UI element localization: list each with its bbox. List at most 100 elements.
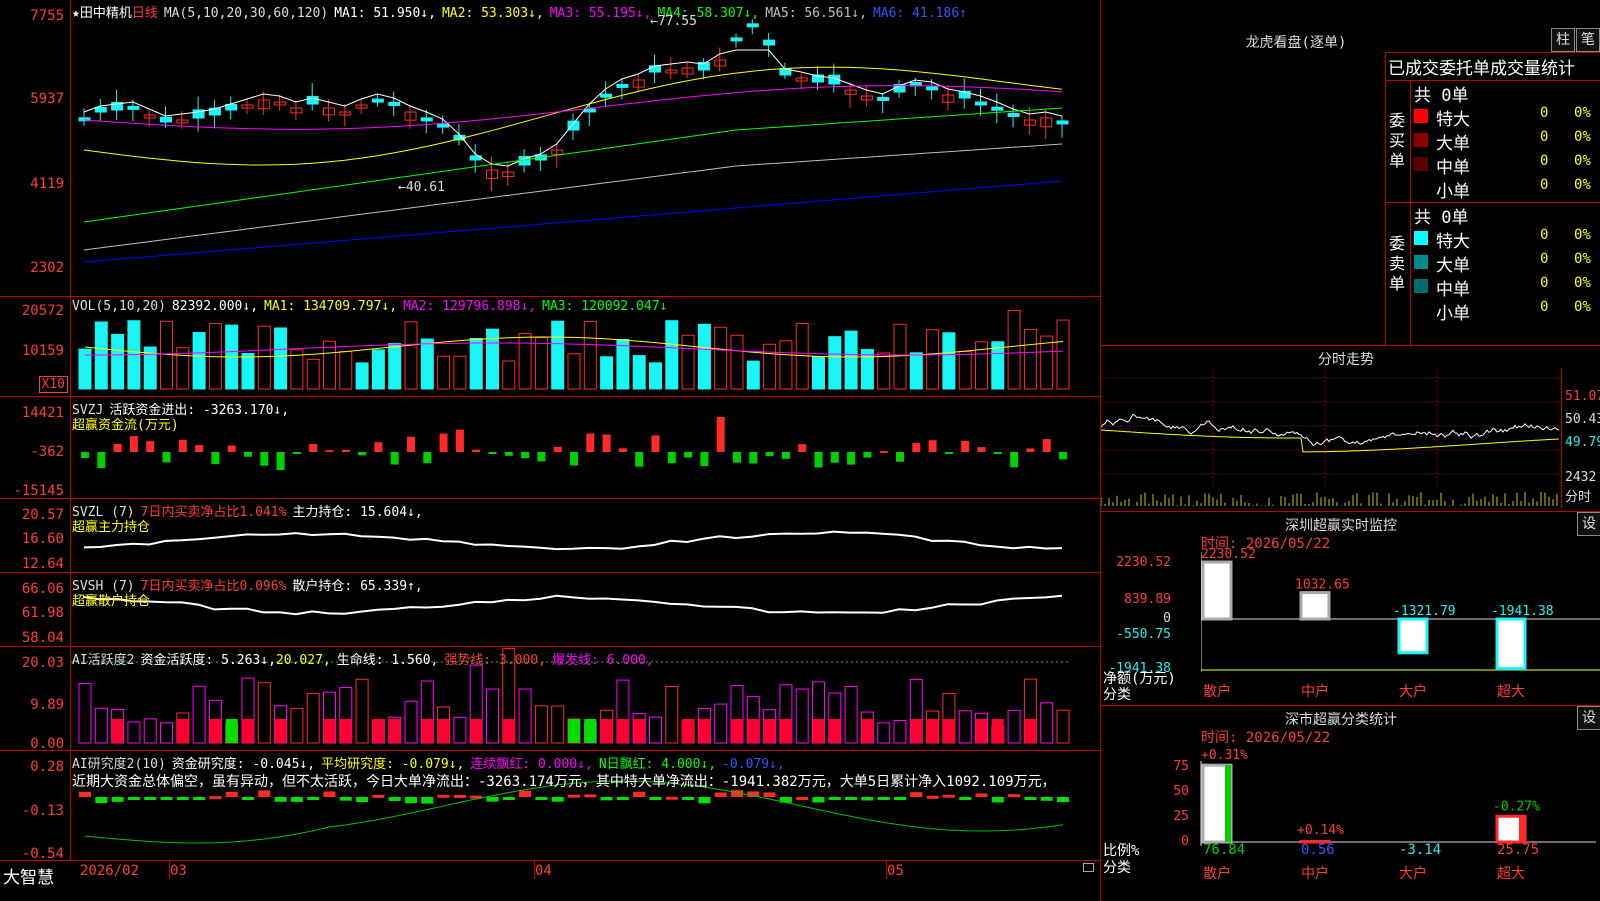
flow-bar: [390, 452, 399, 465]
ai-research-panel[interactable]: 0.28 -0.13 -0.54 AI研究度2(10) 资金研究度: -0.045…: [0, 750, 1100, 861]
candle-body: [371, 98, 384, 103]
activity-fill: [812, 719, 825, 743]
price-y-axis: 7755 5937 4119 2302: [0, 0, 71, 296]
y-label: 20.03: [21, 655, 64, 671]
lhb-panel[interactable]: 龙虎看盘(逐单) 柱 笔 已成交委托单成交量统计 委买单 委卖单 共 0单 共 …: [1100, 0, 1600, 346]
svzj-y-axis: 14421 -362 -15145: [0, 397, 71, 499]
volume-bar: [257, 325, 271, 390]
activity-fill: [470, 719, 483, 743]
research-bar: [193, 797, 206, 800]
activity-fill: [225, 719, 238, 743]
svzl-panel[interactable]: 20.57 16.60 12.64 SVZL (7) 7日内买卖净占比1.041%…: [0, 498, 1100, 573]
research-bar: [1008, 794, 1021, 798]
activity-bar: [486, 688, 499, 744]
svzl-ratio: 7日内买卖净占比1.041%: [140, 505, 287, 520]
vol-info-line: VOL(5,10,20) 82392.000↓, MA1: 134709.797↓,…: [72, 299, 673, 314]
svzj-panel[interactable]: 14421 -362 -15145 SVZJ 活跃资金进出: -3263.170↓…: [0, 396, 1100, 499]
research-bar: [307, 797, 320, 800]
activity-fill: [176, 719, 189, 743]
activity-fill: [323, 719, 336, 743]
research-bar: [616, 797, 629, 800]
flow-bar: [537, 452, 546, 462]
category-label: 中户: [1301, 683, 1329, 700]
intraday-chart[interactable]: [1101, 368, 1561, 508]
position-line: [83, 594, 1063, 616]
volume-bar: [306, 358, 320, 390]
buy-side-label: 委买单: [1389, 111, 1406, 170]
volume-bar: [437, 355, 451, 390]
activity-bar: [518, 688, 532, 744]
volume-bar: [812, 356, 825, 390]
monitor-panel[interactable]: 深圳超赢实时监控 设 时间: 2026/05/22 2230.52 839.89…: [1100, 511, 1600, 706]
research-bar: [209, 796, 222, 800]
bar-mode-button[interactable]: 柱: [1551, 28, 1575, 52]
volume-bar: [860, 349, 874, 390]
activity-fill: [600, 719, 613, 743]
volume-bar: [844, 330, 858, 390]
candlestick-chart[interactable]: [71, 0, 1099, 296]
volume-bar: [926, 329, 940, 390]
brand-label[interactable]: 大智慧: [3, 863, 54, 888]
activity-bar: [551, 705, 565, 744]
price-panel[interactable]: 7755 5937 4119 2302 ★田中精机日线 MA(5,10,20,30…: [0, 0, 1100, 296]
flow-bar: [912, 443, 921, 452]
research-bar: [682, 797, 695, 800]
research-bar: [714, 792, 727, 797]
ai-research-v1: 资金研究度: -0.045↓,: [171, 757, 316, 772]
intraday-panel[interactable]: 分时走势 51.07 50.43 49.79 2432 分时: [1100, 345, 1600, 512]
volume-bar: [714, 326, 728, 390]
research-bar: [502, 797, 515, 800]
order-size-label: 小单: [1436, 304, 1470, 324]
flow-bar: [439, 433, 448, 452]
research-bar: [95, 797, 108, 804]
category-label: 中户: [1301, 865, 1329, 882]
volume-bar: [274, 327, 288, 390]
monitor-y: 0: [1163, 611, 1171, 626]
volume-bar: [958, 350, 972, 390]
volume-bar: [779, 340, 793, 390]
svsh-panel[interactable]: 66.06 61.98 58.04 SVSH (7) 7日内买卖净占比0.096%…: [0, 572, 1100, 647]
x-label: 2026/02: [80, 863, 140, 879]
volume-bar: [893, 323, 907, 390]
y-label: 20572: [21, 303, 64, 319]
stats-y: 75: [1173, 759, 1189, 774]
monitor-chart[interactable]: 2230.52 散户 1032.65 中户 -1321.79 大户 -1941.38 超大: [1201, 512, 1600, 702]
candle-body: [160, 116, 172, 123]
flow-bar: [700, 452, 709, 467]
flow-bar: [863, 452, 872, 458]
lock-icon[interactable]: [1083, 863, 1094, 872]
flow-bar: [635, 452, 644, 467]
activity-fill: [731, 719, 743, 743]
ai-active-panel[interactable]: 20.03 9.89 0.00 AI活跃度2 资金活跃度: 5.263↓,20.0…: [0, 646, 1100, 751]
stats-panel[interactable]: 深市超赢分类统计 设 时间: 2026/05/22 75 50 25 0 比例%…: [1100, 705, 1600, 901]
sell-side-label: 委卖单: [1389, 234, 1406, 293]
candle-body: [991, 106, 1004, 111]
category-label: 大户: [1399, 683, 1427, 700]
flow-bar: [146, 441, 155, 452]
stock-name[interactable]: ★田中精机: [72, 6, 132, 21]
candle-body: [926, 86, 939, 91]
position-line: [83, 530, 1063, 551]
flow-bar: [1397, 617, 1429, 655]
activity-fill: [388, 719, 401, 743]
flow-bar: [879, 450, 888, 453]
legend-swatch: [1414, 279, 1428, 293]
legend-swatch: [1414, 109, 1428, 123]
volume-bar: [746, 360, 760, 390]
volume-panel[interactable]: 20572 10159 X10 VOL(5,10,20) 82392.000↓, M…: [0, 296, 1100, 397]
tick-mode-button[interactable]: 笔: [1576, 28, 1600, 52]
order-count: 0: [1540, 177, 1549, 193]
period-label[interactable]: 日线: [132, 6, 158, 21]
y-label: 12.64: [21, 556, 64, 572]
flow-bar: [798, 444, 807, 452]
candle-body: [730, 37, 743, 42]
high-mark: ←77.55: [650, 14, 697, 29]
flow-bar: [309, 443, 318, 452]
y-label: 2302: [30, 260, 64, 276]
research-bar: [698, 797, 711, 804]
ma-line: [83, 180, 1063, 263]
ma5-value: MA5: 56.561↓,: [765, 6, 867, 21]
flow-bar: [944, 452, 953, 454]
intraday-high: 51.07: [1565, 389, 1600, 404]
stats-chart[interactable]: +0.31% 76.84 散户 +0.14% 0.56 中户 -3.14 大户 -0.27% 25…: [1196, 706, 1596, 901]
